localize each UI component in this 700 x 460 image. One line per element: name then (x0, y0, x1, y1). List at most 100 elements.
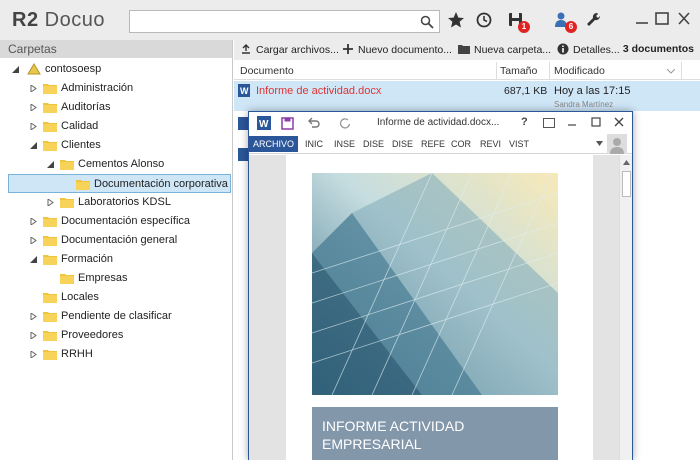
star-icon[interactable] (446, 10, 466, 30)
tree-item-cementos-alonso[interactable]: Cementos Alonso (0, 155, 232, 174)
close-icon[interactable] (674, 10, 694, 28)
collapsed-arrow-icon[interactable] (30, 218, 37, 225)
word-document-area[interactable]: INFORME ACTIVIDAD EMPRESARIAL (249, 155, 632, 460)
cover-photo (312, 173, 558, 395)
tree-item-label: contosoesp (45, 63, 102, 75)
tree-item-documentacion-general[interactable]: Documentación general (0, 231, 232, 250)
history-icon[interactable] (474, 10, 494, 30)
collapsed-arrow-icon[interactable] (47, 199, 54, 206)
tree-item-label: RRHH (61, 348, 93, 360)
search-icon[interactable] (419, 14, 435, 30)
tab-archivo[interactable]: ARCHIVO (249, 136, 299, 152)
scroll-up-icon[interactable] (623, 160, 630, 165)
expanded-arrow-icon[interactable] (30, 142, 37, 149)
details-button[interactable]: Detalles... (557, 43, 620, 56)
expanded-arrow-icon[interactable] (47, 161, 54, 168)
user-avatar[interactable] (607, 134, 627, 154)
tab-referencias[interactable]: REFE (419, 136, 447, 152)
ribbon-display-icon[interactable] (543, 118, 555, 128)
folder-icon (60, 274, 74, 284)
folder-icon (43, 236, 57, 246)
tree-item-proveedores[interactable]: Proveedores (0, 326, 232, 345)
tab-diseno-pagina[interactable]: DISE (390, 136, 415, 152)
column-size[interactable]: Tamaño (500, 65, 537, 77)
folder-icon (76, 180, 90, 190)
word-preview-window[interactable]: W Informe de actividad.docx... ? ARCHIVO… (248, 111, 633, 460)
account-dropdown-icon[interactable] (596, 141, 603, 146)
scroll-thumb[interactable] (622, 171, 631, 197)
collapsed-arrow-icon[interactable] (30, 332, 37, 339)
wrench-icon[interactable] (584, 10, 604, 30)
new-document-button[interactable]: Nuevo documento... (342, 43, 452, 56)
save-icon[interactable] (281, 117, 294, 130)
users-notification[interactable]: 6 (553, 10, 577, 33)
tab-correspondencia[interactable]: COR (449, 136, 473, 152)
tree-item-empresas[interactable]: Empresas (0, 269, 232, 288)
collapsed-arrow-icon[interactable] (30, 85, 37, 92)
column-document[interactable]: Documento (240, 65, 294, 77)
tree-item-formacion[interactable]: Formación (0, 250, 232, 269)
tree-item-label: Clientes (61, 139, 101, 151)
tab-inicio[interactable]: INIC (303, 136, 325, 152)
tree-item-documentacion-especifica[interactable]: Documentación específica (0, 212, 232, 231)
folder-icon (43, 293, 57, 303)
folder-icon (43, 122, 57, 132)
folder-icon (43, 331, 57, 341)
svg-text:W: W (240, 86, 249, 96)
tree-item-label: Auditorías (61, 101, 111, 113)
vertical-scrollbar[interactable] (619, 155, 632, 460)
tree-item-administracion[interactable]: Administración (0, 79, 232, 98)
users-badge: 6 (565, 21, 577, 33)
collapsed-arrow-icon[interactable] (30, 351, 37, 358)
tab-revisar[interactable]: REVI (478, 136, 503, 152)
tree-item-pendiente-de-clasificar[interactable]: Pendiente de clasificar (0, 307, 232, 326)
help-button[interactable]: ? (521, 116, 528, 128)
tab-diseno[interactable]: DISE (361, 136, 386, 152)
documents-notification[interactable]: 1 (506, 10, 530, 33)
redo-icon[interactable] (339, 117, 351, 129)
tree-item-label: Cementos Alonso (78, 158, 165, 170)
expanded-arrow-icon[interactable] (12, 66, 19, 73)
maximize-icon[interactable] (652, 10, 672, 28)
tree-item-laboratorios-kdsl[interactable]: Laboratorios KDSL (0, 193, 232, 212)
collapsed-arrow-icon[interactable] (30, 237, 37, 244)
search-input[interactable] (129, 10, 440, 33)
tab-vista[interactable]: VIST (507, 136, 531, 152)
word-close-icon[interactable] (614, 117, 624, 127)
info-icon (557, 43, 569, 55)
tree-item-calidad[interactable]: Calidad (0, 117, 232, 136)
tree-item-label: Locales (61, 291, 99, 303)
tree-item-auditorias[interactable]: Auditorías (0, 98, 232, 117)
tree-item-label: Documentación corporativa (94, 178, 228, 190)
collapsed-arrow-icon[interactable] (30, 104, 37, 111)
word-file-icon: W (238, 84, 250, 97)
tree-item-rrhh[interactable]: RRHH (0, 345, 232, 364)
folder-icon (60, 160, 74, 170)
new-folder-button[interactable]: Nueva carpeta... (458, 43, 551, 56)
document-name[interactable]: Informe de actividad.docx (256, 85, 381, 97)
minimize-icon[interactable] (632, 10, 652, 28)
word-maximize-icon[interactable] (591, 117, 601, 127)
app-logo: R2 Docuo (12, 9, 105, 31)
tree-item-clientes[interactable]: Clientes (0, 136, 232, 155)
tree-item-locales[interactable]: Locales (0, 288, 232, 307)
word-ribbon-tabs: ARCHIVO INIC INSE DISE DISE REFE COR REV… (249, 134, 632, 154)
collapsed-arrow-icon[interactable] (30, 313, 37, 320)
folder-icon (43, 255, 57, 265)
column-modified[interactable]: Modificado (554, 65, 605, 77)
folders-panel: Carpetas contosoesp Administración Audit… (0, 40, 233, 460)
sort-chevron-icon[interactable] (667, 69, 675, 74)
word-titlebar: W Informe de actividad.docx... ? (249, 112, 632, 134)
tree-item-documentacion-corporativa[interactable]: Documentación corporativa (8, 174, 231, 193)
table-row[interactable]: W Informe de actividad.docx 687,1 KB Hoy… (234, 81, 700, 111)
expanded-arrow-icon[interactable] (30, 256, 37, 263)
upload-button[interactable]: Cargar archivos... (240, 43, 339, 56)
document-modified-by: Sandra Martínez (554, 100, 614, 109)
tree-item-contosoesp[interactable]: contosoesp (0, 60, 232, 79)
folder-icon (43, 312, 57, 322)
undo-icon[interactable] (307, 117, 320, 129)
tab-insertar[interactable]: INSE (332, 136, 357, 152)
collapsed-arrow-icon[interactable] (30, 123, 37, 130)
upload-icon (242, 44, 250, 54)
word-minimize-icon[interactable] (567, 118, 577, 128)
